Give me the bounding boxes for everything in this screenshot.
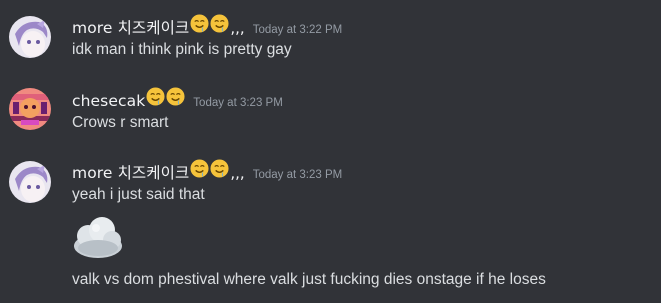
- drooling-face-icon: [210, 14, 229, 33]
- timestamp[interactable]: Today at 3:23 PM: [193, 97, 283, 109]
- avatar[interactable]: [9, 88, 51, 130]
- drooling-face-icon: [190, 14, 209, 33]
- message-header: chesecak Today at 3:23 PM: [72, 87, 283, 110]
- message-text: idk man i think pink is pretty gay: [72, 41, 292, 58]
- username[interactable]: more 치즈케이크: [72, 161, 189, 183]
- avatar-image: [9, 16, 51, 58]
- avatar[interactable]: [9, 161, 51, 203]
- username-suffix: ,,,: [230, 19, 245, 37]
- drooling-face-icon: [210, 159, 229, 178]
- drooling-face-icon: [146, 87, 165, 106]
- timestamp[interactable]: Today at 3:23 PM: [253, 169, 343, 181]
- username-suffix: ,,,: [230, 164, 245, 182]
- username[interactable]: chesecak: [72, 92, 145, 110]
- timestamp[interactable]: Today at 3:22 PM: [253, 24, 343, 36]
- drooling-face-icon: [166, 87, 185, 106]
- avatar[interactable]: [9, 16, 51, 58]
- cloud-emoji-icon[interactable]: [72, 216, 124, 260]
- message-header: more 치즈케이크 ,,, Today at 3:23 PM: [72, 159, 342, 183]
- drooling-face-icon: [190, 159, 209, 178]
- message-header: more 치즈케이크 ,,, Today at 3:22 PM: [72, 14, 342, 38]
- username[interactable]: more 치즈케이크: [72, 16, 189, 38]
- message-text: valk vs dom phestival where valk just fu…: [72, 271, 546, 288]
- avatar-image: [9, 161, 51, 203]
- message-text: yeah i just said that: [72, 186, 205, 203]
- avatar-image: [9, 88, 51, 130]
- message-text: Crows r smart: [72, 114, 169, 131]
